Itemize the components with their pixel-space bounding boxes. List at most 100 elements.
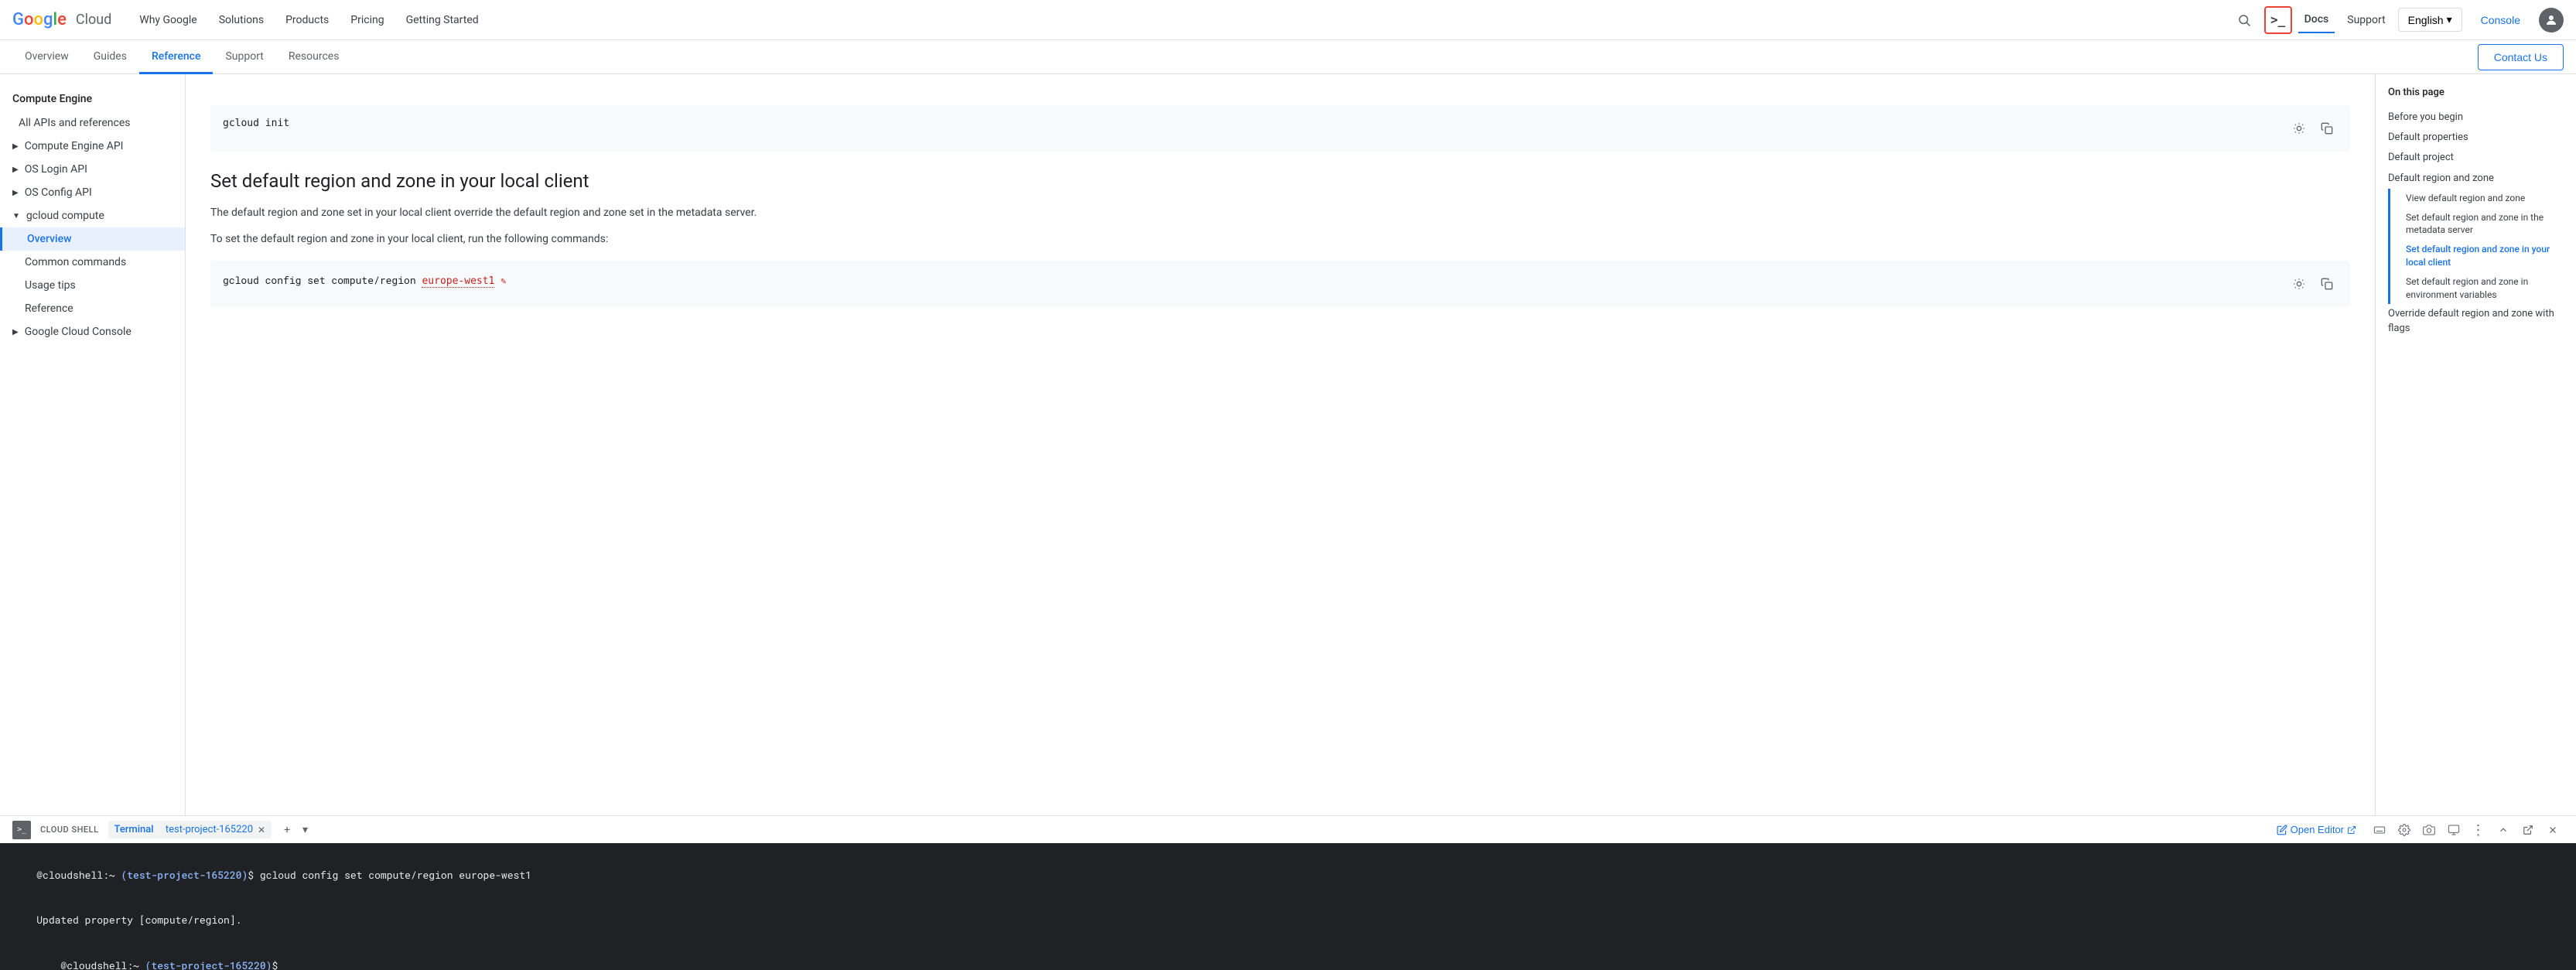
toc-active-section: View default region and zone Set default… [2388,189,2564,305]
open-editor-button[interactable]: Open Editor [2267,821,2366,839]
arrow-icon: ▶ [12,328,19,336]
body-text-1: The default region and zone set in your … [210,204,2350,221]
more-options-button[interactable]: ⋮ [2468,819,2489,841]
sidebar-item-label: gcloud compute [26,210,104,222]
copy-button-2[interactable] [2316,273,2338,295]
terminal-line-1: @cloudshell:~ (test-project-165220)$ gcl… [12,852,2564,898]
sidebar-item-os-login[interactable]: ▶ OS Login API [0,158,185,181]
dark-mode-button-2[interactable] [2288,273,2310,295]
code-highlight-region[interactable]: europe-west1 [422,275,494,288]
close-shell-button[interactable] [2542,819,2564,841]
toc-item-default-region-zone[interactable]: Default region and zone [2388,169,2564,189]
chevron-down-icon: ▾ [2447,13,2452,26]
terminal-line-3: @cloudshell:~ (test-project-165220)$ [12,943,2564,970]
cloud-shell-terminal-tab[interactable]: Terminal test-project-165220 ✕ [108,821,272,839]
edit-icon: ✎ [501,275,506,286]
support-link[interactable]: Support [2341,8,2391,32]
docs-link[interactable]: Docs [2298,7,2335,33]
toc-panel: On this page Before you begin Default pr… [2375,74,2576,815]
nav-links: Why Google Solutions Products Pricing Ge… [130,8,2223,32]
body-text-2: To set the default region and zone in yo… [210,231,2350,248]
sidebar-item-label: Common commands [25,256,126,268]
nav-getting-started[interactable]: Getting Started [397,8,488,32]
search-button[interactable] [2230,6,2258,34]
sidebar-item-os-config[interactable]: ▶ OS Config API [0,181,185,204]
updown-button[interactable] [2492,819,2514,841]
keyboard-icon-button[interactable] [2369,819,2390,841]
terminal[interactable]: @cloudshell:~ (test-project-165220)$ gcl… [0,843,2576,970]
monitor-icon-button[interactable] [2443,819,2465,841]
sidebar-item-gcloud-overview[interactable]: Overview [0,227,185,251]
sidebar-item-label: Overview [27,233,71,245]
toc-item-view-default[interactable]: View default region and zone [2397,189,2564,208]
arrow-icon: ▶ [12,142,19,151]
copy-button-1[interactable] [2316,118,2338,139]
sidebar-item-label: OS Config API [25,186,92,199]
tab-guides[interactable]: Guides [81,41,139,74]
toc-item-set-env[interactable]: Set default region and zone in environme… [2397,272,2564,305]
tab-reference[interactable]: Reference [139,41,214,74]
tab-add-button[interactable]: + [281,824,293,836]
sidebar: Compute Engine All APIs and references ▶… [0,74,186,815]
toc-item-override-flags[interactable]: Override default region and zone with fl… [2388,304,2564,338]
secondary-nav: Overview Guides Reference Support Resour… [0,40,2576,74]
arrow-icon: ▶ [12,166,19,174]
cloud-shell-icon: >_ [12,821,31,839]
tab-close-icon[interactable]: ✕ [258,825,265,835]
camera-icon-button[interactable] [2418,819,2440,841]
sidebar-item-all-apis[interactable]: All APIs and references [0,111,185,135]
arrow-icon: ▶ [12,189,19,197]
tab-overview[interactable]: Overview [12,41,81,74]
tab-dropdown-icon[interactable]: ▾ [302,824,308,836]
toc-item-default-properties[interactable]: Default properties [2388,128,2564,148]
console-button[interactable]: Console [2468,9,2533,31]
cloud-logo: Cloud [76,12,111,28]
sidebar-item-label: Reference [25,302,73,315]
toc-item-default-project[interactable]: Default project [2388,148,2564,168]
cloud-shell-bar-label: CLOUD SHELL [40,825,99,835]
nav-pricing[interactable]: Pricing [341,8,393,32]
google-logo: Google [12,10,67,29]
main-layout: Compute Engine All APIs and references ▶… [0,74,2576,815]
contact-us-button[interactable]: Contact Us [2478,44,2564,70]
toc-item-before-you-begin[interactable]: Before you begin [2388,108,2564,128]
code-block-1: gcloud init [210,105,2350,152]
dark-mode-button-1[interactable] [2288,118,2310,139]
nav-right: >_ Docs Support English ▾ Console [2230,6,2564,34]
toc-title: On this page [2388,87,2564,98]
section-heading: Set default region and zone in your loca… [210,170,2350,192]
terminal-label: Terminal [114,824,154,835]
code-actions-2 [2288,273,2338,295]
cloud-shell-activate-button[interactable]: >_ [2264,6,2292,34]
sidebar-item-label: Compute Engine API [25,140,124,152]
toc-item-set-local[interactable]: Set default region and zone in your loca… [2397,240,2564,272]
shell-right-buttons: Open Editor ⋮ [2267,819,2564,841]
settings-icon-button[interactable] [2393,819,2415,841]
sidebar-item-gcloud-console[interactable]: ▶ Google Cloud Console [0,320,185,343]
nav-solutions[interactable]: Solutions [210,8,273,32]
sidebar-item-common-commands[interactable]: Common commands [0,251,185,274]
main-content: gcloud init Set default region and zone … [186,74,2375,815]
code-actions-1 [2288,118,2338,139]
sidebar-item-gcloud-compute[interactable]: ▼ gcloud compute [0,204,185,227]
tab-resources[interactable]: Resources [276,41,352,74]
toc-item-set-metadata[interactable]: Set default region and zone in the metad… [2397,208,2564,241]
top-nav: Google Cloud Why Google Solutions Produc… [0,0,2576,40]
avatar[interactable] [2539,8,2564,32]
sidebar-item-usage-tips[interactable]: Usage tips [0,274,185,297]
external-link-button[interactable] [2517,819,2539,841]
sidebar-item-label: Usage tips [25,279,76,292]
terminal-line-2: Updated property [compute/region]. [12,898,2564,944]
code-text-2: gcloud config set compute/region europe-… [223,273,506,287]
language-selector[interactable]: English ▾ [2398,8,2462,32]
logo[interactable]: Google Cloud [12,10,111,29]
sidebar-item-ce-api[interactable]: ▶ Compute Engine API [0,135,185,158]
code-text-1: gcloud init [223,118,289,129]
nav-products[interactable]: Products [276,8,338,32]
sidebar-item-label: All APIs and references [19,117,131,129]
nav-why-google[interactable]: Why Google [130,8,206,32]
sidebar-item-gcloud-reference[interactable]: Reference [0,297,185,320]
sidebar-item-label: Google Cloud Console [25,326,132,338]
tab-support[interactable]: Support [213,41,275,74]
cloud-shell-bar: >_ CLOUD SHELL Terminal test-project-165… [0,815,2576,843]
